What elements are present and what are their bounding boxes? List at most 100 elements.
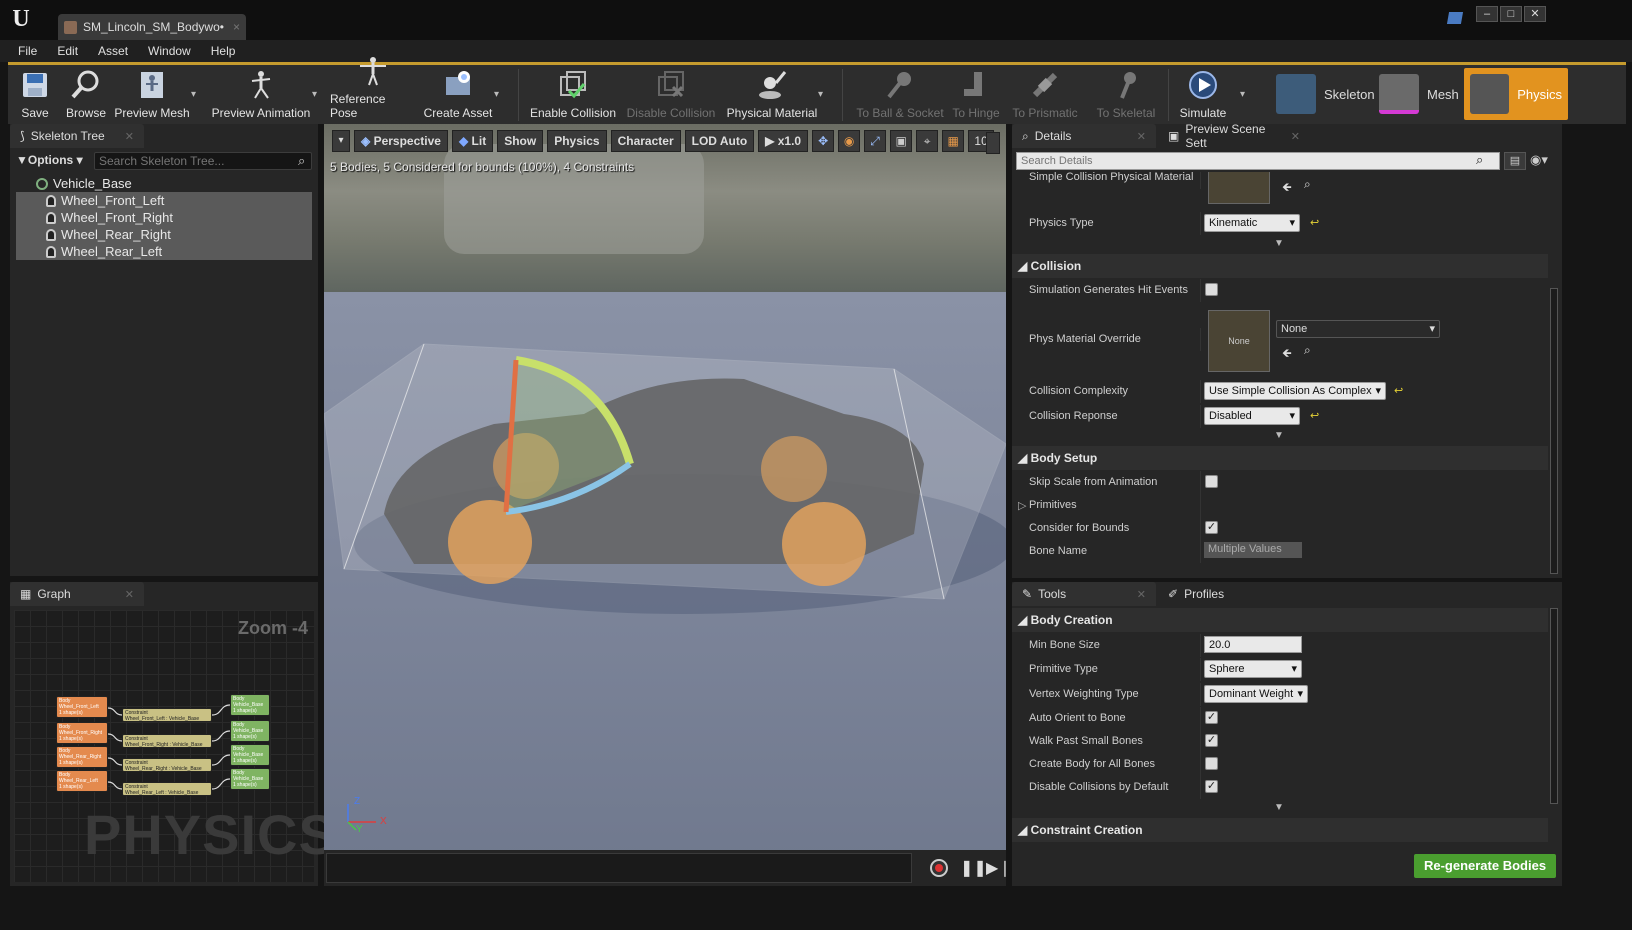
mode-mesh-button[interactable]: Mesh xyxy=(1373,68,1465,120)
view-options-icon[interactable]: ▤ xyxy=(1504,152,1526,170)
category-collision[interactable]: ◢ Collision xyxy=(1012,254,1548,278)
document-tab[interactable]: SM_Lincoln_SM_Bodywo• × xyxy=(58,14,246,40)
mode-physics-button[interactable]: Physics xyxy=(1464,68,1568,120)
walk-past-checkbox[interactable]: ✓ xyxy=(1205,734,1218,747)
viewport-maximize-button[interactable] xyxy=(986,132,1000,154)
bone-wheel-rear-right[interactable]: Wheel_Rear_Right xyxy=(16,226,312,243)
to-skeletal-button[interactable]: To Skeletal xyxy=(1086,65,1166,124)
mode-skeleton-button[interactable]: Skeleton xyxy=(1270,68,1381,120)
tab-profiles[interactable]: ✐ Profiles xyxy=(1158,582,1310,606)
close-tab-icon[interactable]: ✕ xyxy=(1291,130,1300,143)
graph-node-constraint[interactable]: Constraint Wheel_Front_Left : Vehicle_Bas… xyxy=(122,708,212,722)
tab-details[interactable]: ⌕ Details ✕ xyxy=(1012,124,1156,148)
reset-to-default-icon[interactable]: ↩ xyxy=(1310,409,1319,422)
create-asset-button[interactable]: Create Asset xyxy=(420,65,496,124)
tab-preview-scene-settings[interactable]: ▣ Preview Scene Sett ✕ xyxy=(1158,122,1310,150)
rotate-icon[interactable]: ◉ xyxy=(838,130,861,152)
regenerate-bodies-button[interactable]: Re-generate Bodies xyxy=(1414,854,1556,878)
bone-wheel-front-left[interactable]: Wheel_Front_Left xyxy=(16,192,312,209)
category-body-creation[interactable]: ◢ Body Creation xyxy=(1012,608,1548,632)
physical-material-dropdown-icon[interactable]: ▾ xyxy=(818,89,823,100)
to-ball-socket-button[interactable]: To Ball & Socket xyxy=(854,65,946,124)
eye-icon[interactable]: ◉▾ xyxy=(1530,152,1548,168)
row-primitives[interactable]: ▷ Primitives xyxy=(1012,494,1562,517)
graph-node-vehicle[interactable]: Body Vehicle_Base 1 shape(s) xyxy=(230,694,270,716)
bone-wheel-rear-left[interactable]: Wheel_Rear_Left xyxy=(16,243,312,260)
graph-node-constraint[interactable]: Constraint Wheel_Rear_Right : Vehicle_Bas… xyxy=(122,758,212,772)
simulate-dropdown-icon[interactable]: ▾ xyxy=(1240,89,1245,100)
reset-to-default-icon[interactable]: ↩ xyxy=(1310,216,1319,229)
browse-search-icon[interactable]: ⌕ xyxy=(1304,343,1311,358)
preview-mesh-dropdown-icon[interactable]: ▾ xyxy=(191,89,196,100)
sim-hit-events-checkbox[interactable] xyxy=(1205,283,1218,296)
step-forward-icon[interactable]: ▶❘ xyxy=(986,858,1012,878)
graph-node-vehicle[interactable]: Body Vehicle_Base 1 shape(s) xyxy=(230,768,270,790)
menu-file[interactable]: File xyxy=(18,44,37,58)
reset-to-default-icon[interactable]: ↩ xyxy=(1394,384,1403,397)
advanced-expander-icon[interactable]: ▼ xyxy=(1274,802,1284,813)
create-all-checkbox[interactable] xyxy=(1205,757,1218,770)
graph-canvas[interactable]: Zoom -4 PHYSICS Body Wheel_Front_Left 1 sh… xyxy=(14,610,336,882)
details-scrollbar[interactable] xyxy=(1550,288,1558,574)
minimize-button[interactable]: – xyxy=(1476,6,1498,22)
category-constraint-creation[interactable]: ◢ Constraint Creation xyxy=(1012,818,1548,842)
disable-collision-button[interactable]: Disable Collision xyxy=(624,65,718,124)
show-button[interactable]: Show xyxy=(497,130,544,152)
skeleton-search-input[interactable] xyxy=(94,152,312,170)
phys-material-swatch[interactable]: None xyxy=(1208,310,1270,372)
graph-node-body[interactable]: Body Wheel_Front_Right 1 shape(s) xyxy=(56,722,108,744)
feedback-icon[interactable] xyxy=(1446,12,1464,24)
preview-animation-button[interactable]: Preview Animation xyxy=(208,65,314,124)
tab-graph[interactable]: ▦ Graph ✕ xyxy=(10,582,144,606)
tools-scrollbar[interactable] xyxy=(1550,608,1558,804)
to-hinge-button[interactable]: To Hinge xyxy=(946,65,1006,124)
graph-node-body[interactable]: Body Wheel_Rear_Right 1 shape(s) xyxy=(56,746,108,768)
graph-node-vehicle[interactable]: Body Vehicle_Base 1 shape(s) xyxy=(230,720,270,742)
graph-node-constraint[interactable]: Constraint Wheel_Front_Right : Vehicle_Ba… xyxy=(122,734,212,748)
preview-animation-dropdown-icon[interactable]: ▾ xyxy=(312,89,317,100)
phys-material-combo[interactable]: None xyxy=(1276,320,1440,338)
surface-snap-icon[interactable]: ⌖ xyxy=(916,130,939,152)
skip-scale-checkbox[interactable] xyxy=(1205,475,1218,488)
lit-button[interactable]: ◆ Lit xyxy=(451,130,494,152)
timeline-track[interactable] xyxy=(326,853,912,883)
close-tab-icon[interactable]: × xyxy=(233,20,240,34)
menu-asset[interactable]: Asset xyxy=(98,44,128,58)
graph-node-vehicle[interactable]: Body Vehicle_Base 1 shape(s) xyxy=(230,744,270,766)
use-selected-arrow-icon[interactable]: 🡸 xyxy=(1282,178,1292,199)
record-icon[interactable] xyxy=(930,859,948,877)
pause-icon[interactable]: ❚❚ xyxy=(960,858,987,878)
collision-complexity-combo[interactable]: Use Simple Collision As Complex xyxy=(1204,382,1386,400)
details-search-input[interactable] xyxy=(1016,152,1500,170)
bone-wheel-front-right[interactable]: Wheel_Front_Right xyxy=(16,209,312,226)
menu-window[interactable]: Window xyxy=(148,44,191,58)
menu-help[interactable]: Help xyxy=(211,44,236,58)
category-body-setup[interactable]: ◢ Body Setup xyxy=(1012,446,1548,470)
browse-search-icon[interactable]: ⌕ xyxy=(1304,177,1311,192)
bone-root-vehicle-base[interactable]: Vehicle_Base xyxy=(16,175,312,192)
tab-tools[interactable]: ✎ Tools ✕ xyxy=(1012,582,1156,606)
close-tab-icon[interactable]: ✕ xyxy=(1137,588,1146,601)
character-button[interactable]: Character xyxy=(610,130,681,152)
create-asset-dropdown-icon[interactable]: ▾ xyxy=(494,89,499,100)
physics-type-combo[interactable]: Kinematic xyxy=(1204,214,1300,232)
reference-pose-button[interactable]: Reference Pose xyxy=(330,57,416,124)
collision-response-combo[interactable]: Disabled xyxy=(1204,407,1300,425)
options-filter-button[interactable]: ▼Options ▾ xyxy=(16,153,83,167)
close-tab-icon[interactable]: ✕ xyxy=(125,588,134,601)
min-bone-size-field[interactable]: 20.0 xyxy=(1204,636,1302,653)
speed-button[interactable]: ▶ x1.0 xyxy=(758,130,809,152)
tab-skeleton-tree[interactable]: ⟆ Skeleton Tree ✕ xyxy=(10,124,144,148)
physical-material-button[interactable]: Physical Material xyxy=(724,65,820,124)
simple-collision-swatch[interactable]: None xyxy=(1208,172,1270,204)
simulate-button[interactable]: Simulate xyxy=(1174,65,1232,124)
close-tab-icon[interactable]: ✕ xyxy=(1137,130,1146,143)
use-selected-arrow-icon[interactable]: 🡸 xyxy=(1282,344,1292,365)
maximize-button[interactable]: □ xyxy=(1500,6,1522,22)
preview-mesh-button[interactable]: Preview Mesh xyxy=(112,65,192,124)
close-window-button[interactable]: ✕ xyxy=(1524,6,1546,22)
graph-node-body[interactable]: Body Wheel_Rear_Left 1 shape(s) xyxy=(56,770,108,792)
world-local-icon[interactable]: ▣ xyxy=(890,130,913,152)
to-prismatic-button[interactable]: To Prismatic xyxy=(1006,65,1084,124)
scale-icon[interactable]: ⤢ xyxy=(864,130,887,152)
